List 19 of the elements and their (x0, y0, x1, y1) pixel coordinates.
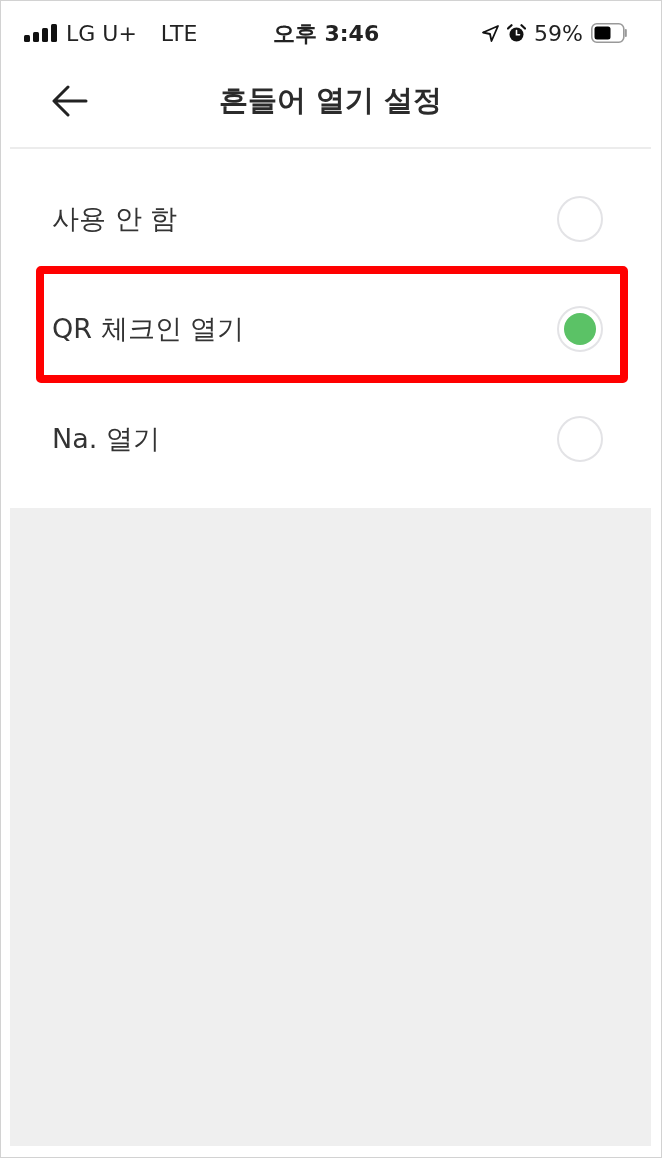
alarm-clock-icon (507, 23, 527, 43)
option-row[interactable]: QR 체크인 열기 (10, 274, 651, 384)
network-type: LTE (160, 19, 198, 48)
battery-icon (591, 23, 628, 43)
option-label: Na. 열기 (52, 421, 160, 456)
option-row[interactable]: 사용 안 함 (10, 164, 651, 274)
radio-button[interactable] (557, 416, 603, 462)
clock-time: 오후 3:46 (272, 19, 380, 48)
option-label: 사용 안 함 (52, 201, 178, 236)
page-title: 흔들어 열기 설정 (218, 82, 443, 120)
back-button[interactable] (52, 85, 88, 117)
radio-button[interactable] (557, 306, 603, 352)
carrier-name: LG U+ (66, 19, 137, 48)
signal-icon (24, 24, 58, 42)
option-label: QR 체크인 열기 (52, 311, 245, 346)
battery-percent: 59% (534, 19, 583, 48)
radio-button[interactable] (557, 196, 603, 242)
option-row[interactable]: Na. 열기 (10, 384, 651, 494)
location-arrow-icon (482, 24, 500, 42)
